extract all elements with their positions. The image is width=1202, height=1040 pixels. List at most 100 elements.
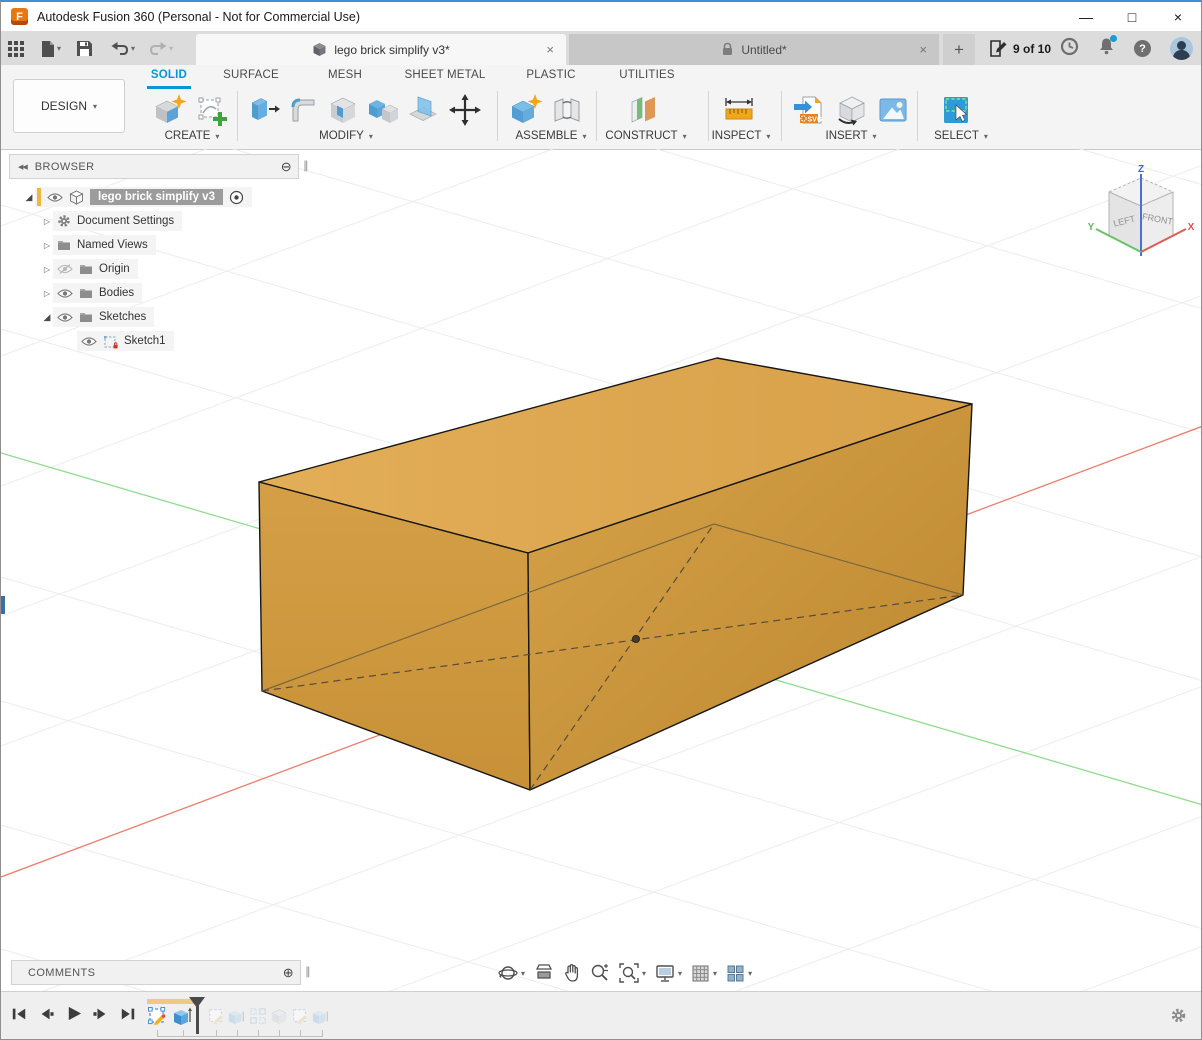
- expand-triangle-icon[interactable]: ▷: [41, 265, 53, 274]
- timeline-feature-extrude[interactable]: [173, 1006, 193, 1026]
- step-back-icon[interactable]: [38, 1006, 54, 1022]
- expand-triangle-icon[interactable]: ◢: [41, 312, 53, 323]
- grid-and-snaps-icon[interactable]: ▾: [691, 964, 717, 983]
- tab-mesh[interactable]: MESH: [321, 69, 369, 87]
- tab-plastic[interactable]: PLASTIC: [521, 69, 581, 87]
- press-pull-icon[interactable]: [243, 90, 283, 130]
- browser-row-bodies[interactable]: ▷ Bodies: [9, 281, 299, 305]
- eye-icon[interactable]: [57, 312, 73, 323]
- group-label-select[interactable]: SELECT▾: [906, 129, 1016, 143]
- measure-icon[interactable]: [719, 90, 759, 130]
- insert-svg-icon[interactable]: SVG: [789, 90, 829, 130]
- redo-icon[interactable]: ▾: [148, 41, 173, 57]
- tab-solid[interactable]: SOLID: [147, 69, 191, 87]
- browser-row-named-views[interactable]: ▷ Named Views: [9, 233, 299, 257]
- minimize-button[interactable]: —: [1063, 2, 1109, 31]
- browser-item-label[interactable]: Origin: [99, 263, 130, 275]
- new-tab-button[interactable]: +: [943, 34, 975, 65]
- eye-icon[interactable]: [47, 192, 63, 203]
- insert-mesh-icon[interactable]: [831, 90, 871, 130]
- group-label-modify[interactable]: MODIFY▾: [291, 129, 401, 143]
- timeline-settings-gear-icon[interactable]: [1170, 1007, 1187, 1029]
- timeline-feature-extrude-suppressed[interactable]: [228, 1007, 246, 1025]
- tab-sheet-metal[interactable]: SHEET METAL: [399, 69, 491, 87]
- notifications-bell-icon[interactable]: [1098, 37, 1115, 60]
- select-icon[interactable]: [935, 90, 975, 130]
- tab-close-icon[interactable]: ×: [919, 42, 927, 57]
- pan-icon[interactable]: [563, 963, 581, 983]
- workspace-selector[interactable]: DESIGN ▾: [13, 79, 125, 133]
- eye-hidden-icon[interactable]: [57, 263, 73, 275]
- display-settings-icon[interactable]: ▾: [655, 964, 682, 983]
- fit-icon[interactable]: ▾: [619, 963, 646, 983]
- orbit-icon[interactable]: ▾: [498, 963, 525, 983]
- play-icon[interactable]: [65, 1005, 82, 1022]
- browser-row-sketches[interactable]: ◢ Sketches: [9, 305, 299, 329]
- document-tab-inactive[interactable]: Untitled* ×: [569, 34, 939, 65]
- browser-item-label[interactable]: Document Settings: [77, 215, 174, 227]
- group-label-construct[interactable]: CONSTRUCT▾: [591, 129, 701, 143]
- browser-row-sketch1[interactable]: Sketch1: [9, 329, 299, 353]
- help-icon[interactable]: ?: [1134, 40, 1151, 57]
- browser-row-root[interactable]: ◢ lego brick simplify v3: [9, 185, 299, 209]
- expand-triangle-icon[interactable]: ◢: [23, 192, 35, 203]
- timeline-feature-pattern-suppressed[interactable]: [249, 1007, 267, 1025]
- group-label-create[interactable]: CREATE▾: [147, 129, 237, 143]
- expand-triangle-icon[interactable]: ▷: [41, 241, 53, 250]
- panel-minus-icon[interactable]: ⊖: [281, 159, 292, 175]
- shell-icon[interactable]: [323, 90, 363, 130]
- new-component-icon[interactable]: [505, 90, 545, 130]
- panel-grip-icon[interactable]: ∥: [303, 159, 309, 172]
- timeline-track[interactable]: [157, 1030, 323, 1037]
- step-forward-icon[interactable]: [93, 1006, 109, 1022]
- canvas-icon[interactable]: [873, 90, 913, 130]
- joint-icon[interactable]: [547, 90, 587, 130]
- construction-plane-icon[interactable]: [623, 90, 663, 130]
- viewports-icon[interactable]: ▾: [726, 964, 752, 983]
- close-button[interactable]: ×: [1155, 2, 1201, 31]
- browser-header[interactable]: ◀◀ BROWSER ⊖ ∥: [9, 154, 299, 179]
- timeline-feature-extrude-suppressed[interactable]: [312, 1007, 330, 1025]
- fillet-icon[interactable]: [283, 90, 323, 130]
- timeline-feature-shell-suppressed[interactable]: [270, 1007, 288, 1025]
- go-to-end-icon[interactable]: [120, 1006, 136, 1022]
- app-grid-icon[interactable]: [7, 40, 25, 58]
- panel-edge-grip[interactable]: [1, 596, 5, 614]
- eye-icon[interactable]: [57, 288, 73, 299]
- collapse-panel-icon[interactable]: ◀◀: [18, 163, 27, 171]
- undo-caret[interactable]: ▾: [131, 44, 135, 53]
- browser-item-label[interactable]: Sketch1: [124, 335, 166, 347]
- eye-icon[interactable]: [81, 336, 97, 347]
- save-icon[interactable]: [76, 40, 93, 57]
- browser-item-label[interactable]: Named Views: [77, 239, 148, 251]
- maximize-button[interactable]: □: [1109, 2, 1155, 31]
- add-comment-icon[interactable]: ⊕: [283, 965, 294, 981]
- undo-icon[interactable]: ▾: [110, 41, 135, 57]
- browser-item-label[interactable]: Sketches: [99, 311, 146, 323]
- timeline-feature-sketch-suppressed[interactable]: [291, 1007, 309, 1025]
- tab-close-icon[interactable]: ×: [546, 42, 554, 57]
- zoom-icon[interactable]: [590, 963, 610, 983]
- go-to-start-icon[interactable]: [11, 1006, 27, 1022]
- sketch-center-point[interactable]: [633, 636, 640, 643]
- browser-row-origin[interactable]: ▷ Origin: [9, 257, 299, 281]
- combine-icon[interactable]: [363, 90, 403, 130]
- comments-header[interactable]: COMMENTS ⊕ ∥: [11, 960, 301, 985]
- root-document-label[interactable]: lego brick simplify v3: [90, 189, 223, 205]
- browser-item-label[interactable]: Bodies: [99, 287, 134, 299]
- group-label-insert[interactable]: INSERT▾: [796, 129, 906, 143]
- activate-radio-icon[interactable]: [229, 190, 244, 205]
- expand-triangle-icon[interactable]: ▷: [41, 289, 53, 298]
- look-at-icon[interactable]: [534, 964, 554, 982]
- body-box[interactable]: [259, 358, 972, 790]
- timeline-feature-sketch[interactable]: [147, 1006, 167, 1026]
- tab-surface[interactable]: SURFACE: [216, 69, 286, 87]
- user-avatar[interactable]: [1170, 37, 1193, 60]
- move-copy-icon[interactable]: [445, 90, 485, 130]
- file-menu-caret[interactable]: ▾: [57, 44, 61, 53]
- document-tab-active[interactable]: lego brick simplify v3* ×: [196, 34, 566, 65]
- group-label-assemble[interactable]: ASSEMBLE▾: [496, 129, 606, 143]
- panel-grip-icon[interactable]: ∥: [305, 965, 311, 978]
- split-body-icon[interactable]: [403, 90, 443, 130]
- timeline-feature-sketch-suppressed[interactable]: [207, 1007, 225, 1025]
